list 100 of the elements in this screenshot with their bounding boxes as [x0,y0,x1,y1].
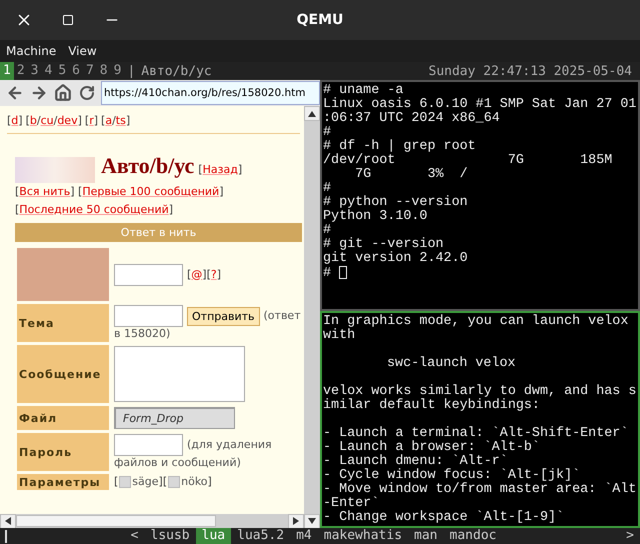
terminal-line: # [323,126,332,140]
workspace-tag[interactable]: 1 [0,62,14,80]
workspace-tag[interactable]: 4 [41,62,56,80]
command-line: swc-launch velox [387,356,517,371]
terminal-line: imilar default keybindings: [323,398,541,413]
bracket: ] [168,203,174,216]
workspace-tag[interactable]: 6 [69,62,83,80]
terminal-line: - Change workspace `Alt-[1-9]` [323,510,566,525]
terminal-line: - Cycle window focus: `Alt-[jk]` [323,468,582,483]
scroll-up-icon[interactable] [304,106,320,121]
home-icon[interactable] [53,83,73,103]
scroll-left-icon[interactable] [0,514,16,528]
url-field[interactable]: https://410chan.org/b/res/158020.htm [101,81,320,105]
message-field[interactable] [114,346,245,402]
reply-note: (ответ [264,309,301,323]
terminal-line: - Launch a browser: `Alt-b` [323,440,541,455]
terminal-line: - Launch a terminal: `Alt-Shift-Enter` [323,426,630,441]
terminal-line: # uname -a [323,84,404,98]
board-link[interactable]: a [105,114,112,127]
thread-link[interactable]: Первые 100 сообщений [82,185,220,198]
board-link[interactable]: cu [40,114,54,127]
checkbox[interactable] [168,476,180,488]
terminal-line: # df -h | grep root [323,140,477,154]
slash: / [112,114,116,127]
password-note: файлов и сообщений) [114,456,241,469]
bracket: [ [198,163,203,176]
board-link[interactable]: dev [57,114,78,127]
board-link[interactable]: ts [116,114,126,127]
terminal-line: velox works similarly to dwm, and has s [323,384,638,399]
email-field[interactable] [114,264,183,286]
terminal-line: - Launch dmenu: `Alt-r` [323,454,508,469]
launcher-item[interactable]: makewhatis [318,528,408,544]
reply-bar: Ответ в нить [15,223,302,242]
workspace-tag[interactable]: 3 [28,62,42,80]
scroll-down-icon[interactable] [304,514,320,528]
bracket: ] [158,475,163,488]
help-link[interactable]: @ [191,268,202,280]
launcher-item[interactable]: lsusb [144,528,196,544]
terminal-line: Python 3.10.0 [323,210,428,224]
scroll-left-arrow[interactable]: < [124,528,144,544]
terminal-line: -Enter` [323,496,380,511]
terminal-line: # python --version [323,196,469,210]
board-link[interactable]: b [30,114,37,127]
terminal-line: # [323,224,332,238]
thread-link[interactable]: Вся нить [19,185,70,198]
slash: / [36,114,41,127]
scroll-thumb[interactable] [16,515,216,527]
terminal-line: # [323,266,638,280]
workspace-tag[interactable]: 8 [96,62,111,80]
clock: Sunday 22:47:13 2025-05-04 [428,64,633,78]
thread-link[interactable]: Последние 50 сообщений [19,203,169,216]
terminal-line: # [323,182,332,196]
window-title: QEMU [296,12,344,28]
launcher-item[interactable]: lua [196,528,232,544]
bracket: [ [114,475,118,488]
workspace-tag[interactable]: 7 [82,62,97,80]
board-link[interactable]: d [11,114,18,127]
launcher-item[interactable]: man [408,528,444,544]
form-label: Сообщение [17,345,109,403]
menu-item[interactable]: Machine [6,44,56,58]
bracket: ] [94,114,98,127]
bracket: ] [78,114,82,127]
help-link[interactable]: ? [210,268,217,280]
password-note: (для удаления [187,438,272,452]
bracket: ] [202,268,207,280]
board-link[interactable]: r [89,114,94,127]
bracket: [ [101,114,106,127]
menu-item[interactable]: View [68,44,97,58]
scroll-right-arrow[interactable]: > [620,528,640,544]
file-drop-field[interactable]: Form_Drop [114,407,235,429]
terminal-line: 7G 3% / [354,168,469,182]
scroll-right-icon[interactable] [288,514,304,528]
reply-note: в 158020) [114,327,170,340]
subject-field[interactable] [114,305,183,327]
workspace-tag[interactable]: 9 [110,62,124,80]
launcher-item[interactable]: lua5.2 [231,528,290,544]
bracket: [ [78,185,82,198]
form-label: Параметры [17,474,109,490]
thread-link[interactable]: Назад [202,163,238,176]
terminal-line: /dev/root 7G 185M [323,154,614,168]
form-label: Пароль [17,433,109,471]
terminal-line: :06:37 UTC 2024 x86_64 [323,112,501,126]
terminal-line: In graphics mode, you can launch velox [323,314,630,329]
launcher-item[interactable]: m4 [290,528,318,544]
send-button[interactable]: Отправить [187,306,260,326]
terminal-line: # git --version [323,238,445,252]
horizontal-scrollbar[interactable] [0,514,320,528]
bracket: ] [208,475,212,488]
vertical-scrollbar[interactable] [304,106,320,514]
workspace-tag[interactable]: 5 [55,62,70,80]
bracket: [ [206,268,211,280]
launcher-item[interactable]: mandoc [444,528,502,544]
reload-icon[interactable] [77,83,97,103]
password-field[interactable] [114,434,183,456]
option-label: nöko [181,475,208,488]
checkbox[interactable] [119,476,132,488]
bracket: ] [216,268,222,280]
bracket: [ [7,114,12,127]
workspace-tag[interactable]: 2 [14,62,28,80]
terminal-line: - Move window to/from master area: `Alt [323,482,638,497]
